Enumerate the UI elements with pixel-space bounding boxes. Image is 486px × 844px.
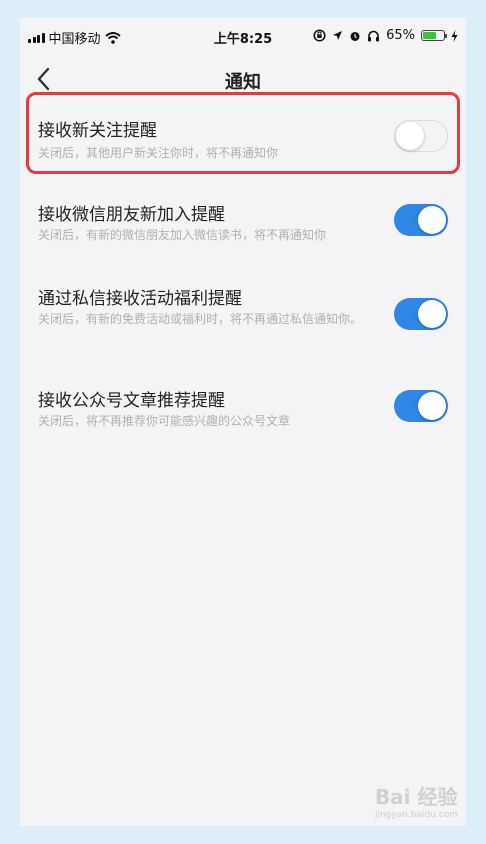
setting-title: 接收公众号文章推荐提醒 [38, 391, 225, 411]
setting-description: 关闭后，有新的微信朋友加入微信读书，将不再通知你 [38, 228, 327, 242]
headphones-icon [368, 30, 380, 41]
charging-icon [451, 29, 458, 42]
setting-description: 关闭后，其他用户新关注你时，将不再通知你 [38, 146, 279, 160]
toggle-wechat-friend[interactable] [394, 204, 448, 236]
status-bar: 中国移动 上午8:25 65% [20, 18, 466, 54]
battery-fill [423, 32, 436, 39]
toggle-private-message[interactable] [394, 298, 448, 330]
setting-title: 接收微信朋友新加入提醒 [38, 205, 225, 225]
toggle-knob [418, 300, 446, 328]
alarm-icon [350, 31, 360, 41]
lock-rotation-icon [313, 29, 326, 42]
setting-row-official-account: 接收公众号文章推荐提醒 关闭后，将不再推荐你可能感兴趣的公众号文章 [20, 374, 466, 460]
setting-row-new-follower: 接收新关注提醒 关闭后，其他用户新关注你时，将不再通知你 [20, 104, 466, 188]
setting-row-wechat-friend: 接收微信朋友新加入提醒 关闭后，有新的微信朋友加入微信读书，将不再通知你 [20, 188, 466, 274]
watermark-sub: jingyan.baidu.com [374, 810, 458, 820]
toggle-new-follower[interactable] [394, 120, 448, 152]
setting-title: 接收新关注提醒 [38, 121, 157, 141]
phone-screen: 中国移动 上午8:25 65% 通知 接收新关注提醒 关闭后，其他用户新关注你时… [20, 18, 466, 826]
setting-title: 通过私信接收活动福利提醒 [38, 289, 242, 309]
setting-row-private-message: 通过私信接收活动福利提醒 关闭后，有新的免费活动或福利时，将不再通过私信通知你。 [20, 274, 466, 374]
nav-bar: 通知 [20, 54, 466, 104]
battery-icon [421, 30, 447, 41]
toggle-knob [418, 392, 446, 420]
toggle-official-account[interactable] [394, 390, 448, 422]
toggle-knob [418, 206, 446, 234]
location-icon [333, 31, 343, 40]
watermark-text: Bai 经验 [374, 785, 458, 809]
page-title: 通知 [225, 72, 261, 93]
setting-description: 关闭后，将不再推荐你可能感兴趣的公众号文章 [38, 414, 291, 428]
watermark: Bai 经验 jingyan.baidu.com [375, 781, 458, 820]
setting-description: 关闭后，有新的免费活动或福利时，将不再通过私信通知你。 [38, 312, 363, 326]
status-right: 65% [313, 28, 458, 43]
battery-percent: 65% [386, 28, 415, 43]
toggle-knob [396, 122, 424, 150]
